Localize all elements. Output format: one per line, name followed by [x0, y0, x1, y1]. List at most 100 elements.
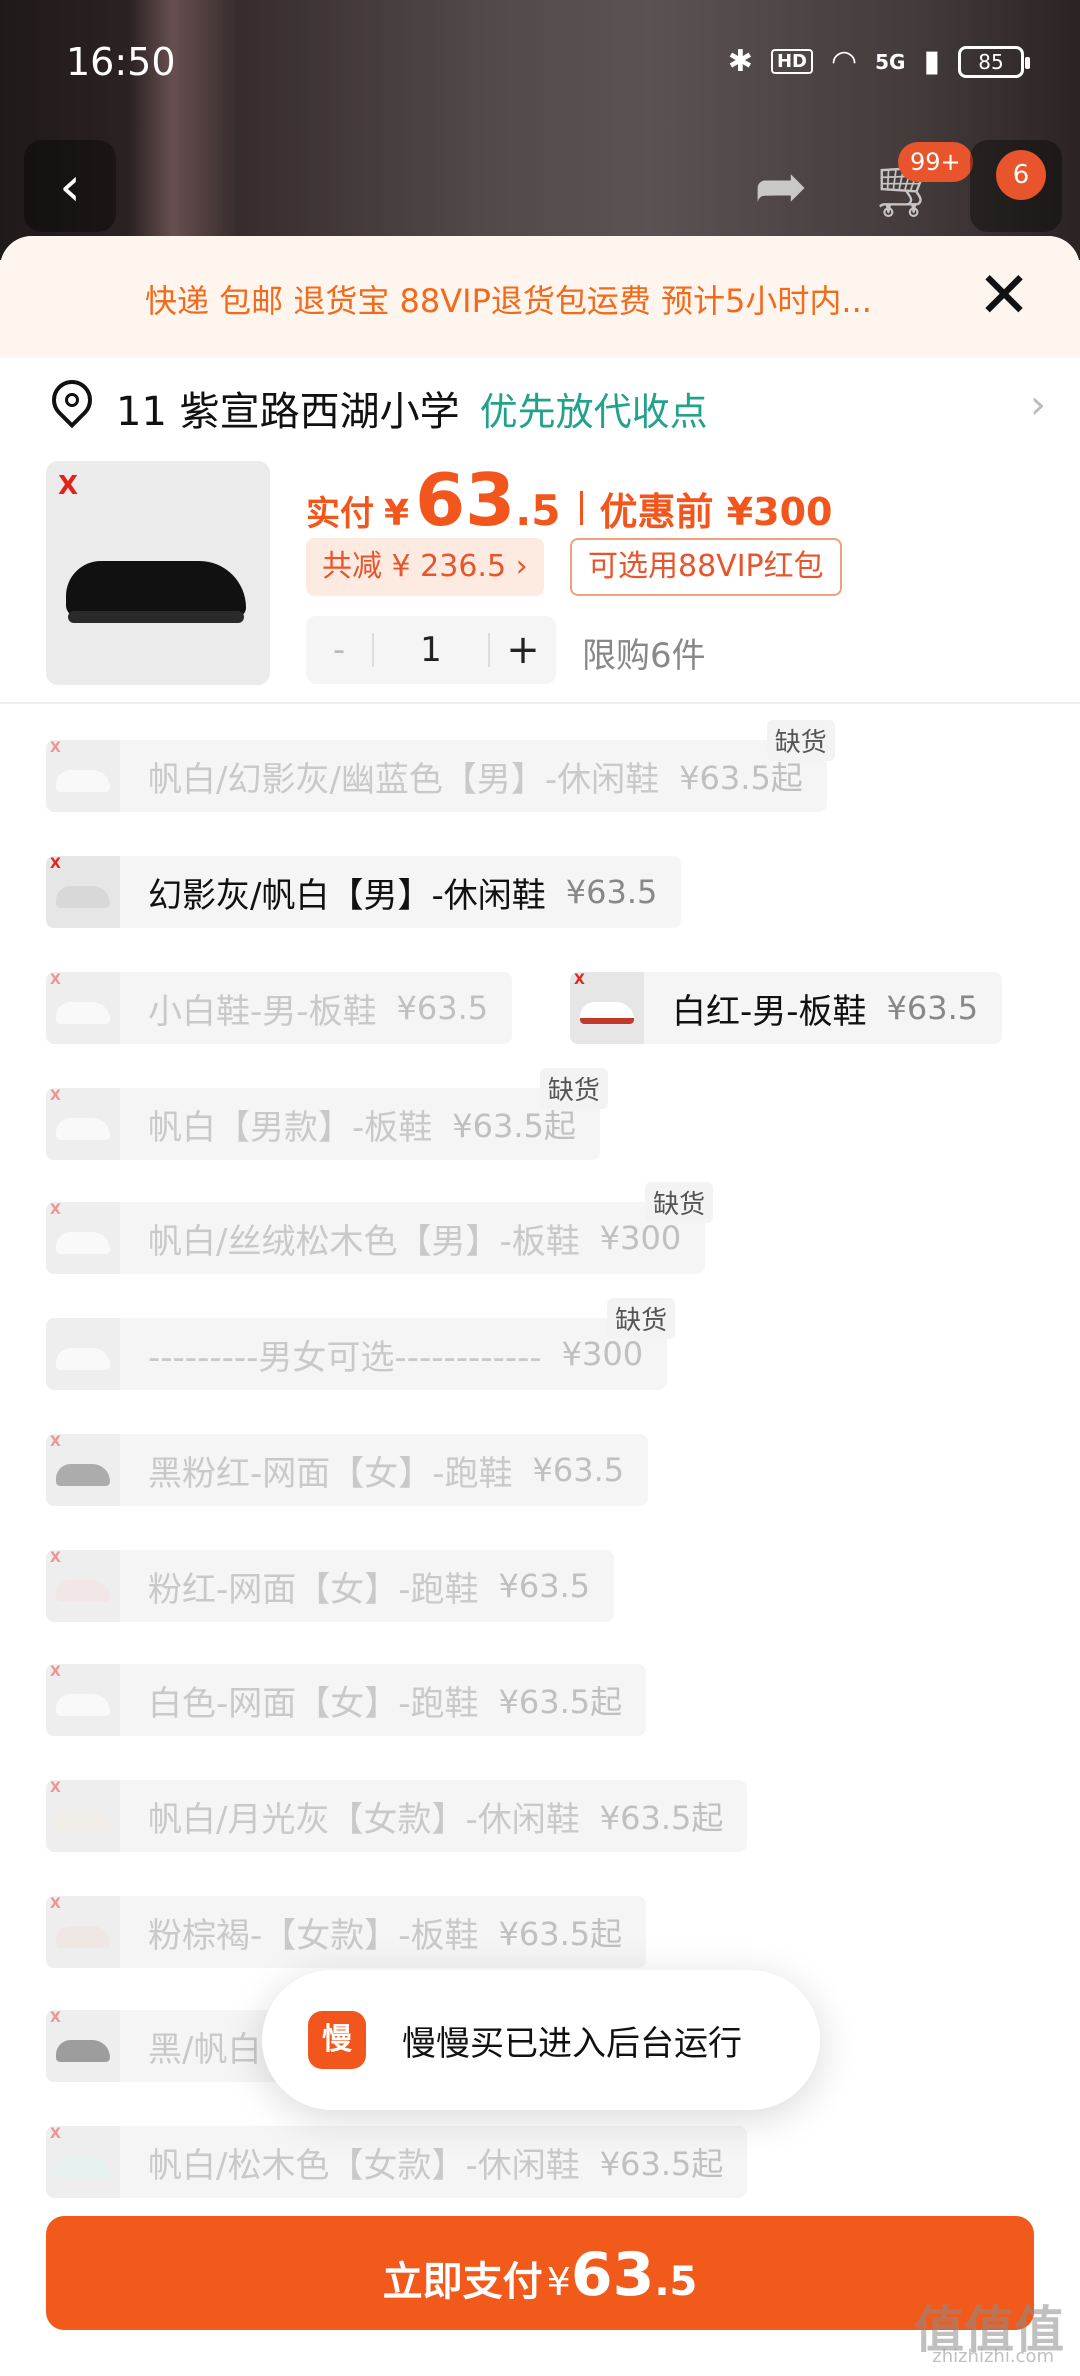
sku-thumbnail: X	[46, 1664, 120, 1736]
quantity-stepper: - 1 +	[306, 616, 556, 684]
price-row: 实付 ¥ 63 .5 优惠前 ¥300	[306, 458, 832, 542]
sku-price: ¥300	[599, 1219, 682, 1257]
wifi-icon: ◠	[830, 44, 858, 79]
address-text: 11 紫宣路西湖小学	[116, 389, 460, 435]
battery-icon: 85	[958, 45, 1030, 78]
sku-label: 黑粉红-网面【女】-跑鞋	[148, 1453, 513, 1494]
address-row[interactable]: 11 紫宣路西湖小学 优先放代收点 ›	[43, 358, 1046, 458]
sku-option[interactable]: X 粉红-网面【女】-跑鞋 ¥63.5	[46, 1550, 615, 1622]
sku-option[interactable]: X 帆白/月光灰【女款】-休闲鞋 ¥63.5起	[46, 1780, 748, 1852]
sku-price: ¥63.5	[532, 1451, 625, 1489]
chevron-left-icon: ‹	[59, 154, 81, 218]
sku-option[interactable]: X 帆白/松木色【女款】-休闲鞋 ¥63.5起	[46, 2126, 748, 2198]
sku-label: ---------男女可选------------	[148, 1337, 542, 1378]
location-pin-icon	[43, 371, 101, 436]
pay-button-price-integer: 63	[570, 2240, 655, 2310]
sku-thumbnail: X	[46, 1088, 120, 1160]
sku-label: 小白鞋-男-板鞋	[148, 991, 377, 1032]
sku-thumbnail: X	[46, 740, 120, 812]
decrement-button[interactable]: -	[306, 630, 372, 670]
sku-label: 幻影灰/帆白【男】-休闲鞋	[148, 875, 546, 916]
original-price: 优惠前 ¥300	[599, 490, 833, 534]
sku-price: ¥63.5	[886, 989, 979, 1027]
promo-bar: 快递 包邮 退货宝 88VIP退货包运费 预计5小时内... ✕	[0, 236, 1080, 358]
watermark-url: zhizhizhi.com	[932, 2346, 1054, 2367]
back-button[interactable]: ‹	[24, 140, 116, 232]
status-icons: ✱ HD ◠ 5G ▮ 85	[727, 44, 1030, 79]
quantity-value[interactable]: 1	[374, 630, 488, 670]
sku-option[interactable]: X 黑粉红-网面【女】-跑鞋 ¥63.5	[46, 1434, 649, 1506]
sku-label: 帆白/松木色【女款】-休闲鞋	[148, 2145, 580, 2186]
sku-thumbnail	[46, 1318, 120, 1390]
sku-label: 帆白/月光灰【女款】-休闲鞋	[148, 1799, 580, 1840]
sku-label: 粉红-网面【女】-跑鞋	[148, 1569, 479, 1610]
sku-option[interactable]: X 幻影灰/帆白【男】-休闲鞋 ¥63.5	[46, 856, 682, 928]
sku-option[interactable]: X 帆白【男款】-板鞋 ¥63.5起 缺货	[46, 1068, 608, 1160]
promo-text: 快递 包邮 退货宝 88VIP退货包运费 预计5小时内...	[145, 282, 872, 320]
pay-button-currency: ¥	[546, 2260, 571, 2304]
sku-thumbnail: X	[46, 1896, 120, 1968]
sku-option[interactable]: X 白色-网面【女】-跑鞋 ¥63.5起	[46, 1664, 647, 1736]
sku-label: 帆白/丝绒松木色【男】-板鞋	[148, 1221, 580, 1262]
network-icon: 5G	[875, 49, 906, 74]
divider	[0, 702, 1080, 704]
sku-price: ¥63.5	[396, 989, 489, 1027]
out-of-stock-badge: 缺货	[539, 1068, 608, 1109]
chevron-right-icon: ›	[1030, 382, 1046, 428]
sku-thumbnail: X	[46, 2126, 120, 2198]
status-time: 16:50	[66, 40, 176, 84]
status-bar: 16:50 ✱ HD ◠ 5G ▮ 85	[0, 0, 1080, 120]
price-decimal: .5	[515, 486, 561, 535]
sku-label: 粉棕褐-【女款】-板鞋	[148, 1915, 479, 1956]
background-run-toast: 慢 慢慢买已进入后台运行	[262, 1970, 820, 2110]
sku-thumbnail: X	[46, 1550, 120, 1622]
close-icon[interactable]: ✕	[968, 260, 1040, 332]
sku-label: 帆白【男款】-板鞋	[148, 1107, 433, 1148]
price-integer: 63	[415, 458, 516, 542]
pay-label: 实付	[306, 494, 374, 534]
price-separator	[580, 491, 584, 525]
purchase-limit: 限购6件	[582, 636, 706, 676]
sku-label: 帆白/幻影灰/幽蓝色【男】-休闲鞋	[148, 759, 660, 800]
discount-chip[interactable]: 共减 ¥ 236.5 ›	[306, 538, 544, 596]
sku-option[interactable]: ---------男女可选------------ ¥300 缺货	[46, 1298, 676, 1390]
sku-price: ¥63.5	[565, 873, 658, 911]
sku-price: ¥63.5起	[498, 1915, 623, 1953]
bluetooth-icon: ✱	[727, 44, 753, 79]
pay-button-label: 立即支付	[382, 2259, 543, 2305]
sku-price: ¥63.5起	[498, 1683, 623, 1721]
cart-badge: 99+	[898, 142, 973, 182]
sku-option[interactable]: X 帆白/丝绒松木色【男】-板鞋 ¥300 缺货	[46, 1182, 714, 1274]
hd-icon: HD	[770, 49, 813, 74]
message-badge: 6	[996, 150, 1046, 200]
share-icon[interactable]: ➦	[754, 150, 808, 224]
pay-now-button[interactable]: 立即支付 ¥ 63 .5	[46, 2216, 1034, 2330]
sku-price: ¥300	[561, 1335, 644, 1373]
vip-redpacket-chip[interactable]: 可选用88VIP红包	[570, 538, 842, 596]
sku-label: 白色-网面【女】-跑鞋	[148, 1683, 479, 1724]
pay-button-price-decimal: .5	[654, 2259, 698, 2305]
sku-thumbnail: X	[46, 856, 120, 928]
out-of-stock-badge: 缺货	[607, 1298, 676, 1339]
sku-option[interactable]: X 小白鞋-男-板鞋 ¥63.5	[46, 972, 513, 1044]
out-of-stock-badge: 缺货	[645, 1182, 714, 1223]
sku-thumbnail: X	[46, 1780, 120, 1852]
currency-symbol: ¥	[384, 493, 410, 534]
sku-price: ¥63.5	[498, 1567, 591, 1605]
sku-price: ¥63.5起	[599, 2145, 724, 2183]
increment-button[interactable]: +	[490, 627, 556, 673]
sku-label: 白红-男-板鞋	[672, 991, 867, 1032]
manmanmai-app-icon: 慢	[308, 2011, 366, 2069]
sku-option[interactable]: X 粉棕褐-【女款】-板鞋 ¥63.5起	[46, 1896, 647, 1968]
sku-thumbnail: X	[46, 1434, 120, 1506]
sku-option[interactable]: X 帆白/幻影灰/幽蓝色【男】-休闲鞋 ¥63.5起 缺货	[46, 720, 835, 812]
sku-thumbnail: X	[570, 972, 644, 1044]
signal-icon: ▮	[923, 44, 940, 79]
brand-logo: X	[58, 471, 79, 501]
product-image[interactable]: X	[46, 461, 270, 685]
pickup-option: 优先放代收点	[479, 389, 708, 434]
toast-message: 慢慢买已进入后台运行	[402, 2023, 742, 2064]
sku-thumbnail: X	[46, 1202, 120, 1274]
out-of-stock-badge: 缺货	[766, 720, 835, 761]
sku-option[interactable]: X 白红-男-板鞋 ¥63.5	[570, 972, 1003, 1044]
